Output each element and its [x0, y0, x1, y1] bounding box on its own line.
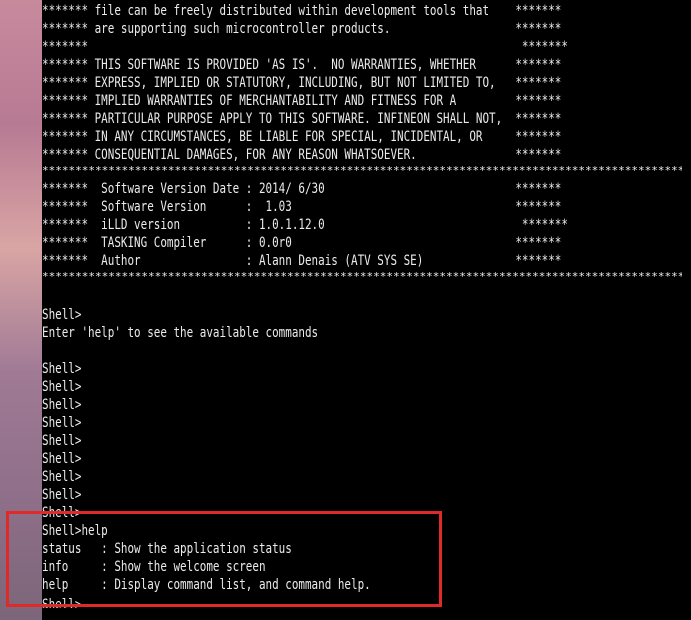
version-line: ******* Software Version Date : 2014/ 6/…: [42, 181, 562, 197]
shell-prompt: Shell>: [42, 397, 82, 413]
separator-line: ****************************************…: [42, 272, 682, 282]
banner-line: ******* IN ANY CIRCUMSTANCES, BE LIABLE …: [42, 129, 562, 145]
shell-prompt: Shell>: [42, 451, 82, 467]
shell-prompt: Shell>: [42, 433, 82, 449]
separator-line: ****************************************…: [42, 166, 682, 176]
command-status: status : Show the application status: [42, 541, 292, 557]
help-command-line: Shell>help: [42, 523, 108, 539]
banner-line: ******* are supporting such microcontrol…: [42, 21, 562, 37]
current-prompt-wrapper[interactable]: Shell>: [42, 598, 93, 608]
banner-line: ******* CONSEQUENTIAL DAMAGES, FOR ANY R…: [42, 147, 562, 163]
version-line: ******* Software Version : 1.03 *******: [42, 199, 562, 215]
help-hint: Enter 'help' to see the available comman…: [42, 325, 319, 341]
banner-line: ******* IMPLIED WARRANTIES OF MERCHANTAB…: [42, 93, 562, 109]
shell-prompt: Shell>: [42, 469, 82, 485]
shell-prompt: Shell>: [42, 505, 82, 521]
shell-prompt: Shell>: [42, 415, 82, 431]
banner-line: ******* *******: [42, 39, 568, 55]
shell-prompt: Shell>: [42, 361, 82, 377]
version-line: ******* Author : Alann Denais (ATV SYS S…: [42, 253, 562, 269]
banner-line: ******* THIS SOFTWARE IS PROVIDED 'AS IS…: [42, 57, 562, 73]
banner-line: ******* file can be freely distributed w…: [42, 3, 562, 19]
desktop-background: [0, 0, 42, 620]
shell-prompt: Shell>: [42, 487, 82, 503]
version-line: ******* iLLD version : 1.0.1.12.0 ******…: [42, 217, 568, 233]
shell-prompt: Shell>: [42, 307, 82, 323]
current-prompt[interactable]: Shell>: [42, 598, 81, 608]
banner-line: ******* PARTICULAR PURPOSE APPLY TO THIS…: [42, 111, 562, 127]
command-info: info : Show the welcome screen: [42, 559, 266, 575]
command-help: help : Display command list, and command…: [42, 577, 371, 593]
banner-line: ******* EXPRESS, IMPLIED OR STATUTORY, I…: [42, 75, 562, 91]
shell-prompt: Shell>: [42, 379, 82, 395]
terminal-window[interactable]: ******* file can be freely distributed w…: [42, 0, 691, 620]
version-line: ******* TASKING Compiler : 0.0r0 *******: [42, 235, 562, 251]
